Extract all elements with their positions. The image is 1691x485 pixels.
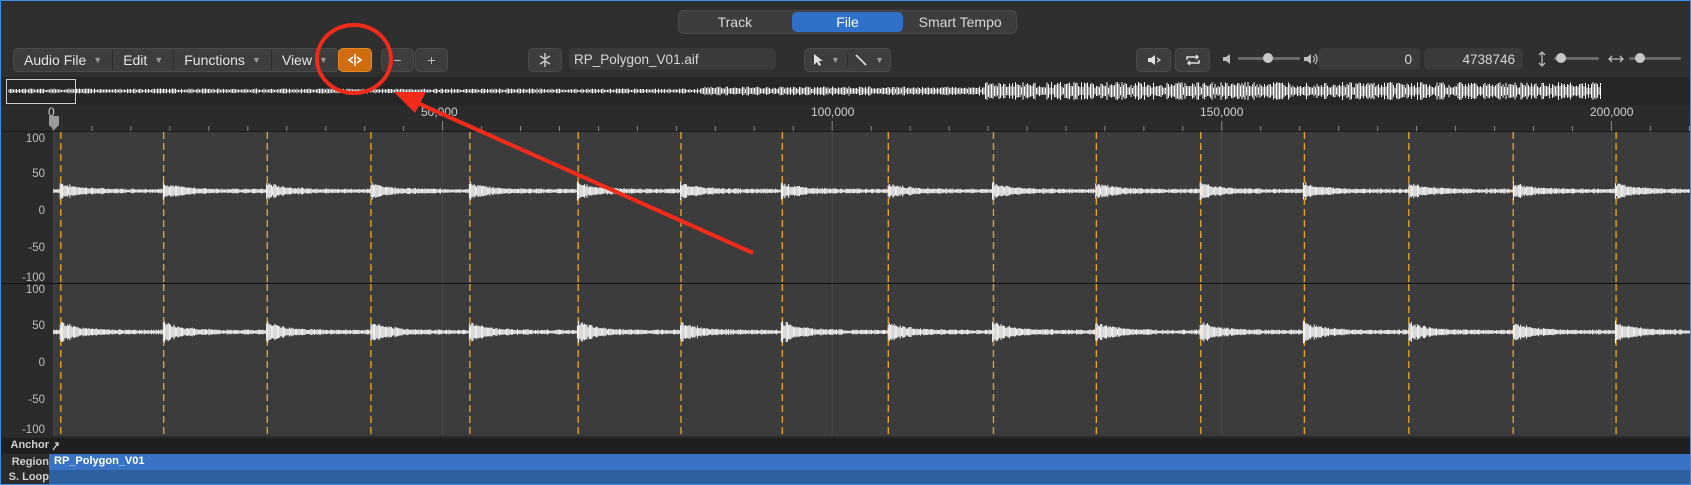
playhead-catch-icon xyxy=(539,53,551,67)
chevron-down-icon: ▼ xyxy=(251,55,261,65)
functions-menu[interactable]: Functions ▼ xyxy=(174,49,272,71)
sample-ruler[interactable]: 0 50,000 100,000 150,000 200,000 xyxy=(1,105,1690,132)
transient-increase-button[interactable]: + xyxy=(415,48,448,72)
sample-loop-row[interactable]: S. Loop xyxy=(1,470,1690,484)
ruler-label: 50,000 xyxy=(421,105,458,119)
audio-file-editor-window: Track File Smart Tempo Audio File ▼ Edit ▼… xyxy=(0,0,1691,485)
ruler-ticks xyxy=(52,121,1690,131)
overview-waveform-path xyxy=(8,82,1601,100)
edit-menu[interactable]: Edit ▼ xyxy=(113,49,175,71)
axis-label: 0 xyxy=(38,357,45,369)
right-channel-lane[interactable] xyxy=(53,284,1690,436)
left-channel-waveform xyxy=(53,132,1690,283)
minus-icon: − xyxy=(393,52,402,68)
overview-waveform xyxy=(8,82,1601,100)
region-row[interactable]: Region RP_Polygon_V01 xyxy=(1,454,1690,470)
audio-file-menu[interactable]: Audio File ▼ xyxy=(14,49,114,71)
filename-field: RP_Polygon_V01.aif xyxy=(569,48,776,70)
ruler-label: 200,000 xyxy=(1590,105,1634,119)
selection-start-field[interactable]: 0 xyxy=(1318,48,1420,70)
ruler-label: 150,000 xyxy=(1200,105,1244,119)
selection-end-field[interactable]: 4738746 xyxy=(1424,48,1523,70)
plus-icon: + xyxy=(427,52,436,68)
left-channel-axis: 100 50 0 -50 -100 xyxy=(1,132,51,284)
speaker-icon xyxy=(1147,55,1161,65)
axis-label: 50 xyxy=(32,168,45,180)
pencil-tool-menu[interactable]: ▼ xyxy=(848,53,890,67)
anchor-marker-icon[interactable] xyxy=(52,441,60,451)
view-tab-control: Track File Smart Tempo xyxy=(678,10,1017,34)
tab-smart-tempo[interactable]: Smart Tempo xyxy=(904,11,1016,33)
volume-low-icon xyxy=(1223,54,1230,64)
axis-label: -100 xyxy=(21,424,45,436)
right-channel-waveform xyxy=(53,284,1690,436)
region-name: RP_Polygon_V01 xyxy=(54,455,145,467)
loop-button[interactable] xyxy=(1175,48,1210,72)
left-channel-lane[interactable] xyxy=(53,132,1690,283)
transient-marker-icon xyxy=(347,54,363,66)
region-label: Region xyxy=(1,454,49,470)
axis-label: 100 xyxy=(25,284,45,296)
chevron-down-icon: ▼ xyxy=(831,55,840,65)
chevron-down-icon: ▼ xyxy=(875,55,884,65)
pointer-icon xyxy=(814,54,824,66)
audio-waveform xyxy=(53,181,1690,201)
anchor-label: Anchor xyxy=(10,439,50,451)
editor-toolbar: Audio File ▼ Edit ▼ Functions ▼ View ▼ − + R… xyxy=(1,41,1690,77)
transient-decrease-button[interactable]: − xyxy=(381,48,414,72)
tool-menus: ▼ ▼ xyxy=(804,48,891,72)
waveform-overview[interactable] xyxy=(1,77,1690,105)
vertical-zoom-icon xyxy=(1538,51,1546,67)
editor-header: Track File Smart Tempo xyxy=(1,1,1690,41)
preview-volume-knob[interactable] xyxy=(1263,53,1273,63)
tab-track[interactable]: Track xyxy=(679,11,791,33)
edit-menu-label: Edit xyxy=(123,52,148,68)
loop-icon xyxy=(1185,54,1200,66)
chevron-down-icon: ▼ xyxy=(93,55,103,65)
catch-playhead-button[interactable] xyxy=(528,48,562,72)
vertical-zoom-knob[interactable] xyxy=(1556,53,1566,63)
view-menu-label: View xyxy=(281,52,312,68)
horizontal-zoom-icon xyxy=(1608,55,1624,63)
ruler-label: 100,000 xyxy=(811,105,855,119)
pencil-icon xyxy=(855,54,867,66)
tab-file[interactable]: File xyxy=(791,12,904,32)
speaker-preview-button[interactable] xyxy=(1136,48,1171,72)
axis-label: 100 xyxy=(25,133,45,145)
axis-label: 0 xyxy=(38,205,45,217)
audio-waveform xyxy=(53,320,1690,344)
axis-label: 50 xyxy=(32,320,45,332)
axis-label: -50 xyxy=(28,394,45,406)
chevron-down-icon: ▼ xyxy=(318,55,328,65)
anchor-row[interactable]: Anchor xyxy=(1,438,1690,454)
pointer-tool-menu[interactable]: ▼ xyxy=(805,53,847,67)
menu-bar: Audio File ▼ Edit ▼ Functions ▼ View ▼ xyxy=(13,48,339,72)
functions-menu-label: Functions xyxy=(184,52,245,68)
view-menu[interactable]: View ▼ xyxy=(272,49,338,71)
sample-loop-label: S. Loop xyxy=(1,470,49,484)
horizontal-zoom-knob[interactable] xyxy=(1635,53,1645,63)
chevron-down-icon: ▼ xyxy=(154,55,164,65)
overview-visible-range[interactable] xyxy=(6,79,76,104)
axis-label: -50 xyxy=(28,242,45,254)
audio-file-menu-label: Audio File xyxy=(24,52,87,68)
transient-edit-mode-button[interactable] xyxy=(338,48,372,72)
right-channel-axis: 100 50 0 -50 -100 xyxy=(1,284,51,436)
